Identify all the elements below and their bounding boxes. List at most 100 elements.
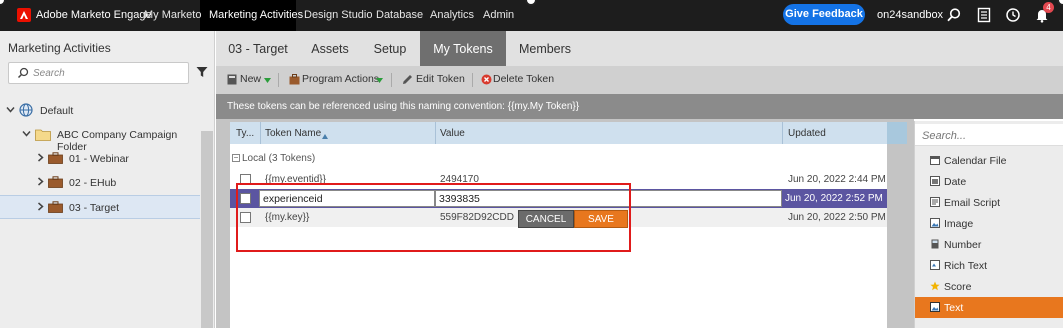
email-script-icon — [930, 197, 940, 207]
group-local-tokens[interactable]: − Local (3 Tokens) — [232, 153, 315, 164]
program-briefcase-icon — [48, 152, 63, 167]
calendar-icon — [930, 156, 940, 165]
search-placeholder: Search... — [922, 130, 967, 142]
token-type-number[interactable]: Number — [915, 234, 1063, 255]
nav-my-marketo[interactable]: My Marketo — [144, 9, 201, 21]
star-icon — [930, 281, 940, 291]
tree-item-target[interactable]: 03 - Target — [0, 195, 200, 219]
tree-item-label: 02 - EHub — [69, 177, 117, 189]
nav-design-studio[interactable]: Design Studio — [304, 9, 373, 21]
token-type-calendar-file[interactable]: Calendar File — [915, 150, 1063, 171]
tab-members[interactable]: Members — [506, 31, 584, 66]
token-type-rich-text[interactable]: Rich Text — [915, 255, 1063, 276]
tree-item-abc-folder[interactable]: ABC Company Campaign Folder — [0, 123, 200, 153]
tree-item-ehub[interactable]: 02 - EHub — [0, 171, 200, 195]
token-type-label: Text — [944, 302, 964, 314]
token-type-label: Number — [944, 239, 982, 251]
collapse-icon[interactable]: − — [232, 154, 240, 163]
number-icon — [931, 239, 939, 249]
token-updated: Jun 20, 2022 2:50 PM — [788, 212, 886, 223]
tab-assets[interactable]: Assets — [300, 31, 360, 66]
chevron-down-icon[interactable] — [22, 129, 31, 141]
tab-setup[interactable]: Setup — [360, 31, 420, 66]
tree-item-webinar[interactable]: 01 - Webinar — [0, 147, 200, 171]
toolbar-divider — [278, 73, 279, 87]
pencil-icon — [402, 74, 413, 88]
tab-program-name[interactable]: 03 - Target — [216, 31, 300, 66]
token-updated: Jun 20, 2022 2:52 PM — [785, 193, 883, 204]
new-icon — [227, 74, 237, 88]
token-type-label: Calendar File — [944, 155, 1007, 167]
marketing-activities-tree-panel: Marketing Activities Search Default ABC … — [0, 31, 215, 328]
tokens-toolbar: New Program Actions Edit Token Delete To… — [216, 66, 1063, 94]
tree-search-input[interactable]: Search — [8, 62, 189, 84]
nav-marketing-activities[interactable]: Marketing Activities — [209, 9, 303, 21]
adobe-logo-icon[interactable] — [17, 8, 31, 22]
program-briefcase-icon — [48, 176, 63, 191]
toolbar-divider — [391, 73, 392, 87]
grid-header: Ty... Token Name Value Updated — [230, 122, 907, 144]
sandbox-name[interactable]: on24sandbox — [877, 9, 943, 21]
program-actions-button[interactable]: Program Actions — [302, 73, 379, 85]
tab-my-tokens[interactable]: My Tokens — [420, 31, 506, 66]
clock-icon[interactable] — [1005, 7, 1021, 23]
chevron-right-icon[interactable] — [36, 202, 45, 214]
filter-icon[interactable] — [196, 66, 208, 81]
brand-name[interactable]: Adobe Marketo Engage — [36, 9, 152, 21]
tree-scrollbar[interactable] — [201, 131, 213, 328]
give-feedback-button[interactable]: Give Feedback — [783, 4, 865, 25]
new-button[interactable]: New — [240, 73, 261, 85]
dropdown-arrow-icon[interactable] — [376, 75, 383, 87]
tree-item-label: 01 - Webinar — [69, 153, 129, 165]
token-type-text[interactable]: Text — [915, 297, 1063, 318]
dropdown-arrow-icon[interactable] — [264, 75, 271, 87]
tree-item-label: 03 - Target — [69, 202, 120, 214]
column-header-value[interactable]: Value — [440, 128, 465, 139]
panel-title: Marketing Activities — [8, 41, 111, 55]
nav-admin[interactable]: Admin — [483, 9, 514, 21]
column-divider[interactable] — [260, 122, 261, 144]
group-label: Local (3 Tokens) — [242, 153, 316, 164]
date-icon — [930, 176, 940, 186]
token-updated: Jun 20, 2022 2:44 PM — [788, 174, 886, 185]
chevron-right-icon[interactable] — [36, 177, 45, 189]
edit-token-button[interactable]: Edit Token — [416, 73, 465, 85]
tasks-icon[interactable] — [976, 7, 992, 23]
program-briefcase-icon — [48, 201, 63, 216]
highlight-annotation-box — [236, 183, 631, 252]
chevron-right-icon[interactable] — [36, 153, 45, 165]
token-type-image[interactable]: Image — [915, 213, 1063, 234]
header-filler — [887, 122, 907, 144]
token-type-search-input[interactable]: Search... — [915, 124, 1063, 146]
search-icon — [17, 67, 29, 79]
token-type-score[interactable]: Score — [915, 276, 1063, 297]
column-header-token-name[interactable]: Token Name — [265, 128, 321, 139]
nav-analytics[interactable]: Analytics — [430, 9, 474, 21]
program-tabs: 03 - Target Assets Setup My Tokens Membe… — [216, 31, 1063, 66]
token-type-email-script[interactable]: Email Script — [915, 192, 1063, 213]
column-divider[interactable] — [782, 122, 783, 144]
sort-ascending-icon[interactable] — [322, 130, 328, 142]
token-types-panel: Search... Calendar File Date Email Scrip… — [914, 121, 1063, 328]
column-header-updated[interactable]: Updated — [788, 128, 826, 139]
search-placeholder: Search — [33, 68, 65, 79]
toolbar-divider — [472, 73, 473, 87]
token-type-label: Date — [944, 176, 967, 188]
info-text: These tokens can be referenced using thi… — [227, 101, 580, 112]
token-type-label: Image — [944, 218, 974, 230]
column-divider[interactable] — [435, 122, 436, 144]
token-naming-info-bar: These tokens can be referenced using thi… — [216, 94, 1063, 119]
tree-item-default[interactable]: Default — [0, 99, 200, 123]
notification-badge: 4 — [1043, 2, 1054, 13]
nav-database[interactable]: Database — [376, 9, 423, 21]
delete-token-button[interactable]: Delete Token — [493, 73, 554, 85]
folder-icon — [35, 128, 51, 144]
chevron-down-icon[interactable] — [6, 105, 15, 117]
delete-icon — [481, 74, 492, 88]
search-icon[interactable] — [946, 7, 962, 23]
column-header-type[interactable]: Ty... — [236, 128, 254, 139]
program-actions-icon — [289, 74, 300, 88]
token-type-label: Rich Text — [944, 260, 987, 272]
token-type-date[interactable]: Date — [915, 171, 1063, 192]
tree-item-label: Default — [40, 105, 74, 117]
